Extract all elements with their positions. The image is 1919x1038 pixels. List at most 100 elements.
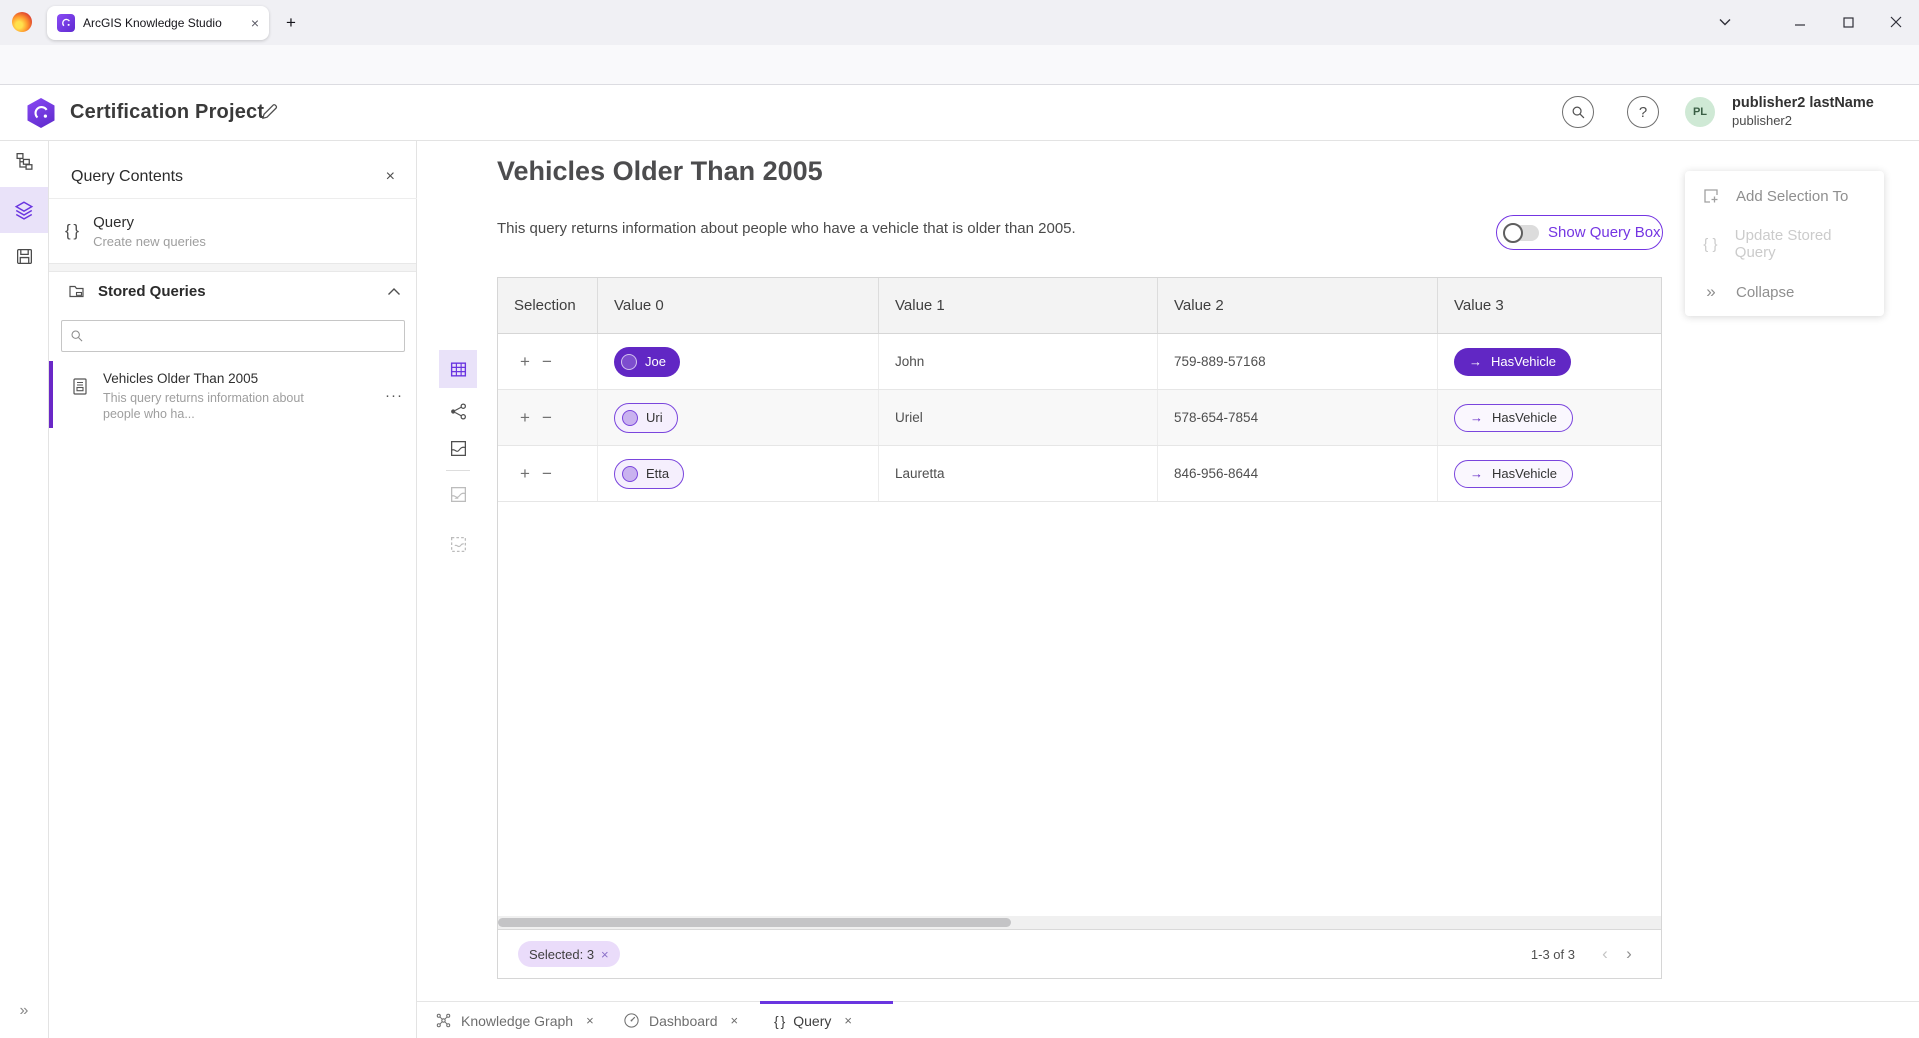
cell-value2[interactable]: 578-654-7854 <box>1158 390 1438 445</box>
toggle-knob[interactable] <box>1503 223 1523 243</box>
query-create-item[interactable]: { } Query Create new queries <box>49 199 417 263</box>
cell-value1[interactable]: John <box>879 334 1158 389</box>
menu-item-label: Collapse <box>1736 284 1794 301</box>
column-header-value0[interactable]: Value 0 <box>598 278 879 333</box>
content-tab-bar: Knowledge Graph × Dashboard × { } Query … <box>417 1001 1919 1038</box>
search-input[interactable] <box>92 329 396 344</box>
relationship-pill[interactable]: →HasVehicle <box>1454 460 1573 488</box>
view-map-button[interactable] <box>439 429 477 467</box>
list-tabs-icon[interactable] <box>1710 10 1740 34</box>
page-title: Vehicles Older Than 2005 <box>497 156 823 187</box>
firefox-logo-icon[interactable] <box>12 12 32 32</box>
arrow-right-icon: → <box>1470 410 1483 425</box>
arrow-right-icon: → <box>1469 354 1482 369</box>
tab-query[interactable]: { } Query × <box>764 1002 862 1038</box>
tab-label: Dashboard <box>649 1013 718 1029</box>
table-row[interactable]: + − Etta Lauretta 846-956-8644 →HasVehic… <box>498 446 1661 502</box>
tab-dashboard[interactable]: Dashboard × <box>613 1002 748 1038</box>
column-header-selection[interactable]: Selection <box>498 278 598 333</box>
view-table-button[interactable] <box>439 350 477 388</box>
show-query-box-toggle[interactable]: Show Query Box <box>1496 215 1663 250</box>
column-header-value3[interactable]: Value 3 <box>1438 278 1661 333</box>
menu-item-label: Update Stored Query <box>1735 227 1868 261</box>
row-remove-button[interactable]: − <box>536 352 558 372</box>
column-header-value1[interactable]: Value 1 <box>879 278 1158 333</box>
tab-close-icon[interactable]: × <box>844 1013 852 1028</box>
panel-close-icon[interactable]: × <box>386 168 395 186</box>
section-divider <box>49 263 416 272</box>
selected-count-label: Selected: 3 <box>529 947 594 962</box>
help-button[interactable]: ? <box>1627 96 1659 128</box>
dashboard-gauge-icon <box>623 1012 640 1029</box>
cell-value1[interactable]: Uriel <box>879 390 1158 445</box>
braces-icon: { } <box>1701 236 1720 253</box>
tab-close-icon[interactable]: × <box>251 16 259 30</box>
horizontal-scrollbar[interactable] <box>498 916 1661 929</box>
tab-close-icon[interactable]: × <box>731 1013 739 1028</box>
stored-query-item[interactable]: Vehicles Older Than 2005 This query retu… <box>49 361 417 428</box>
cell-value2[interactable]: 846-956-8644 <box>1158 446 1438 501</box>
browser-titlebar: ArcGIS Knowledge Studio × + <box>0 0 1919 45</box>
row-add-button[interactable]: + <box>514 464 536 484</box>
row-add-button[interactable]: + <box>514 352 536 372</box>
braces-icon: { } <box>65 221 78 241</box>
rail-expand-button[interactable]: » <box>0 996 48 1026</box>
page-description: This query returns information about peo… <box>497 220 1076 237</box>
tab-close-icon[interactable]: × <box>586 1013 594 1028</box>
window-maximize-button[interactable] <box>1833 10 1863 34</box>
project-title: Certification Project <box>70 101 264 124</box>
chip-close-icon[interactable]: × <box>601 947 609 962</box>
results-table: Selection Value 0 Value 1 Value 2 Value … <box>497 277 1662 979</box>
user-avatar[interactable]: PL <box>1685 97 1715 127</box>
menu-item-add-selection-to[interactable]: Add Selection To <box>1685 172 1884 220</box>
menu-item-update-stored-query[interactable]: { } Update Stored Query <box>1685 220 1884 268</box>
rail-save-icon[interactable] <box>0 233 48 279</box>
view-link-chart-button[interactable] <box>439 392 477 430</box>
window-minimize-button[interactable] <box>1785 10 1815 34</box>
view-select-area-button[interactable] <box>439 525 477 563</box>
table-row[interactable]: + − Joe John 759-889-57168 →HasVehicle <box>498 334 1661 390</box>
page-next-button[interactable]: › <box>1617 944 1641 964</box>
stored-queries-search[interactable] <box>61 320 405 352</box>
stored-queries-header[interactable]: Stored Queries <box>49 272 417 310</box>
relationship-pill[interactable]: →HasVehicle <box>1454 404 1573 432</box>
user-name[interactable]: publisher2 lastName <box>1732 95 1874 111</box>
view-map-selection-button[interactable] <box>439 475 477 513</box>
more-options-icon[interactable]: ··· <box>385 387 403 404</box>
chevron-up-icon[interactable] <box>387 287 401 296</box>
row-remove-button[interactable]: − <box>536 408 558 428</box>
column-header-value2[interactable]: Value 2 <box>1158 278 1438 333</box>
relationship-pill[interactable]: →HasVehicle <box>1454 348 1571 376</box>
tab-knowledge-graph[interactable]: Knowledge Graph × <box>425 1002 604 1038</box>
page-previous-button[interactable]: ‹ <box>1593 944 1617 964</box>
entity-dot-icon <box>622 410 638 426</box>
row-add-button[interactable]: + <box>514 408 536 428</box>
table-footer: Selected: 3 × 1-3 of 3 ‹ › <box>498 929 1661 978</box>
new-tab-button[interactable]: + <box>278 10 304 36</box>
selected-indicator <box>49 361 53 428</box>
browser-tab[interactable]: ArcGIS Knowledge Studio × <box>47 6 269 40</box>
window-close-button[interactable] <box>1881 10 1911 34</box>
search-icon <box>70 329 84 343</box>
selection-context-menu: Add Selection To { } Update Stored Query… <box>1685 171 1884 316</box>
rail-layers-icon[interactable] <box>0 187 48 233</box>
entity-dot-icon <box>622 466 638 482</box>
toggle-track[interactable] <box>1505 225 1539 241</box>
entity-pill[interactable]: Joe <box>614 347 680 377</box>
rail-project-tree-icon[interactable] <box>0 137 48 183</box>
row-remove-button[interactable]: − <box>536 464 558 484</box>
scrollbar-thumb[interactable] <box>498 918 1011 927</box>
selected-count-chip[interactable]: Selected: 3 × <box>518 941 620 967</box>
entity-pill[interactable]: Etta <box>614 459 684 489</box>
knowledge-graph-icon <box>435 1012 452 1029</box>
header-search-button[interactable] <box>1562 96 1594 128</box>
table-row[interactable]: + − Uri Uriel 578-654-7854 →HasVehicle <box>498 390 1661 446</box>
cell-value1[interactable]: Lauretta <box>879 446 1158 501</box>
table-empty-area <box>498 502 1661 916</box>
cell-value2[interactable]: 759-889-57168 <box>1158 334 1438 389</box>
entity-pill[interactable]: Uri <box>614 403 678 433</box>
browser-navbar: https://dev0028833.esri.com/portal/apps/… <box>0 45 1919 85</box>
stored-query-description: This query returns information aboutpeop… <box>103 390 333 422</box>
edit-pencil-icon[interactable] <box>260 102 279 121</box>
menu-item-collapse[interactable]: » Collapse <box>1685 268 1884 316</box>
